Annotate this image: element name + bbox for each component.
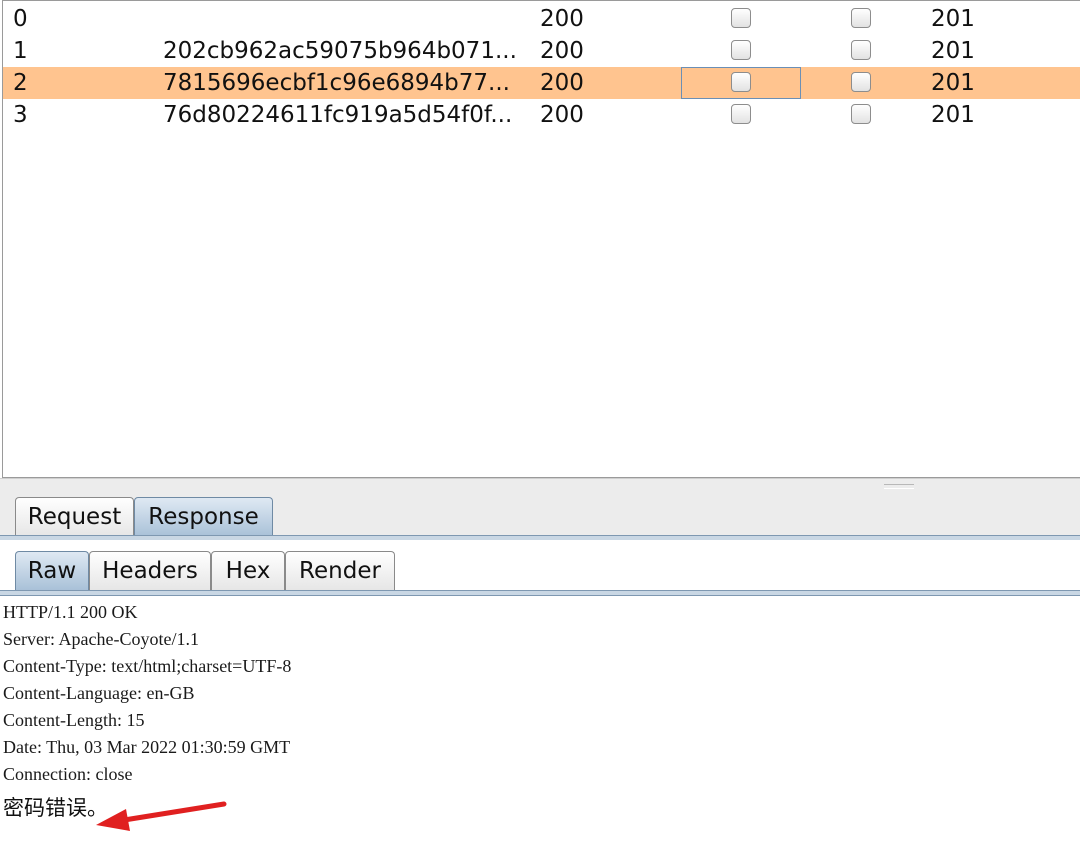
tab-render[interactable]: Render [285,551,395,590]
view-tabstrip: Raw Headers Hex Render [0,540,1080,599]
timeout-checkbox[interactable] [851,72,871,92]
length-cell: 201 [931,102,975,128]
request-number-cell: 3 [13,102,28,128]
error-checkbox[interactable] [731,8,751,28]
header-line: Content-Length: 15 [3,710,145,730]
status-cell: 200 [540,70,584,96]
status-cell: 200 [540,6,584,32]
intruder-results-window: 0 200 201 1 202cb962ac59075b964b071... 2… [0,0,1080,851]
length-cell: 201 [931,6,975,32]
tab-response[interactable]: Response [134,497,273,536]
error-cell [681,99,801,131]
tab-hex[interactable]: Hex [211,551,285,590]
tab-raw[interactable]: Raw [15,551,89,590]
error-cell [681,3,801,35]
tab-headers[interactable]: Headers [89,551,211,590]
table-row[interactable]: 3 76d80224611fc919a5d54f0f... 200 201 [3,99,1080,131]
annotation-arrow-icon [96,801,227,831]
request-number-cell: 1 [13,38,28,64]
header-line: Content-Type: text/html;charset=UTF-8 [3,656,292,676]
message-tabstrip: Request Response [0,492,1080,541]
timeout-checkbox[interactable] [851,104,871,124]
timeout-checkbox[interactable] [851,40,871,60]
panel-splitter[interactable] [0,478,1080,493]
timeout-cell [801,67,921,99]
payload-cell: 7815696ecbf1c96e6894b77... [163,70,510,96]
error-cell-focused [681,67,801,99]
header-line: Connection: close [3,764,133,784]
error-checkbox[interactable] [731,72,751,92]
header-line: Server: Apache-Coyote/1.1 [3,629,199,649]
error-checkbox[interactable] [731,40,751,60]
timeout-cell [801,3,921,35]
tab-request[interactable]: Request [15,497,134,536]
error-checkbox[interactable] [731,104,751,124]
tabstrip-underline [0,590,1080,596]
request-number-cell: 0 [13,6,28,32]
header-line: Date: Thu, 03 Mar 2022 01:30:59 GMT [3,737,291,757]
raw-response-editor[interactable]: HTTP/1.1 200 OK Server: Apache-Coyote/1.… [3,599,1073,828]
request-number-cell: 2 [13,70,28,96]
status-cell: 200 [540,102,584,128]
table-row-selected[interactable]: 2 7815696ecbf1c96e6894b77... 200 201 [3,67,1080,99]
status-line: HTTP/1.1 200 OK [3,602,138,622]
status-cell: 200 [540,38,584,64]
payload-cell: 76d80224611fc919a5d54f0f... [163,102,513,128]
length-cell: 201 [931,38,975,64]
timeout-cell [801,99,921,131]
results-table[interactable]: 0 200 201 1 202cb962ac59075b964b071... 2… [2,0,1080,478]
header-line: Content-Language: en-GB [3,683,195,703]
payload-cell: 202cb962ac59075b964b071... [163,38,517,64]
error-cell [681,35,801,67]
splitter-grip-icon[interactable] [884,484,914,489]
table-row[interactable]: 0 200 201 [3,3,1080,35]
timeout-cell [801,35,921,67]
timeout-checkbox[interactable] [851,8,871,28]
length-cell: 201 [931,70,975,96]
table-row[interactable]: 1 202cb962ac59075b964b071... 200 201 [3,35,1080,67]
